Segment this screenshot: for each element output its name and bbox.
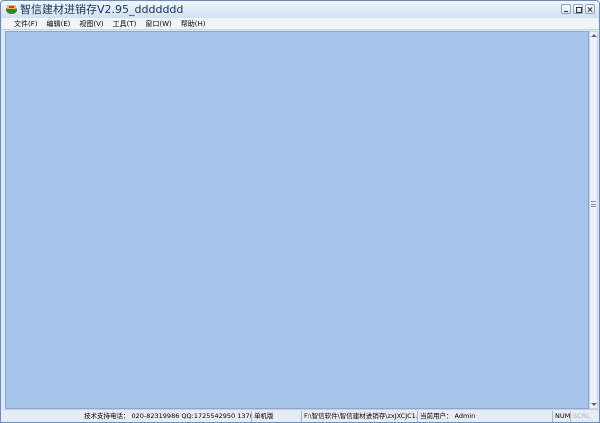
menu-edit[interactable]: 编辑(E) [47, 19, 71, 29]
menu-file[interactable]: 文件(F) [14, 19, 38, 29]
close-icon[interactable] [585, 4, 595, 14]
status-mode: 单机版 [252, 411, 302, 422]
status-path: F:\智信软件\智信建材进销存\zxJXCJC1.sys [304, 411, 418, 422]
window-controls [561, 4, 595, 15]
support-value: 020-82319986 QQ:1725542950 137028856 [131, 412, 252, 420]
menu-tools[interactable]: 工具(T) [113, 19, 137, 29]
status-bar: 技术支持电话：020-82319986 QQ:1725542950 137028… [2, 409, 598, 422]
support-label: 技术支持电话： [84, 412, 130, 420]
menu-view[interactable]: 视图(V) [79, 19, 103, 29]
scroll-thumb-grip[interactable] [591, 201, 596, 207]
user-label: 当前用户： [420, 412, 453, 420]
mdi-client-area[interactable] [5, 31, 589, 409]
menu-help[interactable]: 帮助(H) [181, 19, 206, 29]
maximize-icon[interactable] [573, 4, 583, 14]
main-window: 智信建材进销存V2.95_ddddddd 文件(F) 编辑(E) 视图(V) 工… [0, 0, 600, 423]
menu-bar: 文件(F) 编辑(E) 视图(V) 工具(T) 窗口(W) 帮助(H) [2, 18, 598, 30]
vertical-scrollbar[interactable] [589, 31, 598, 409]
status-num-indicator: NUM [555, 411, 571, 422]
arrow-up-icon[interactable] [591, 34, 597, 37]
window-title: 智信建材进销存V2.95_ddddddd [20, 3, 184, 16]
minimize-icon[interactable] [561, 4, 571, 14]
app-icon [6, 5, 17, 14]
status-scrl-indicator: SCRL [573, 412, 590, 420]
user-value: Admin [454, 412, 476, 420]
menu-window[interactable]: 窗口(W) [145, 19, 171, 29]
status-user: 当前用户： Admin [418, 411, 553, 422]
title-bar[interactable]: 智信建材进销存V2.95_ddddddd [1, 1, 599, 18]
status-support: 技术支持电话：020-82319986 QQ:1725542950 137028… [82, 411, 252, 422]
arrow-down-icon[interactable] [591, 403, 597, 406]
